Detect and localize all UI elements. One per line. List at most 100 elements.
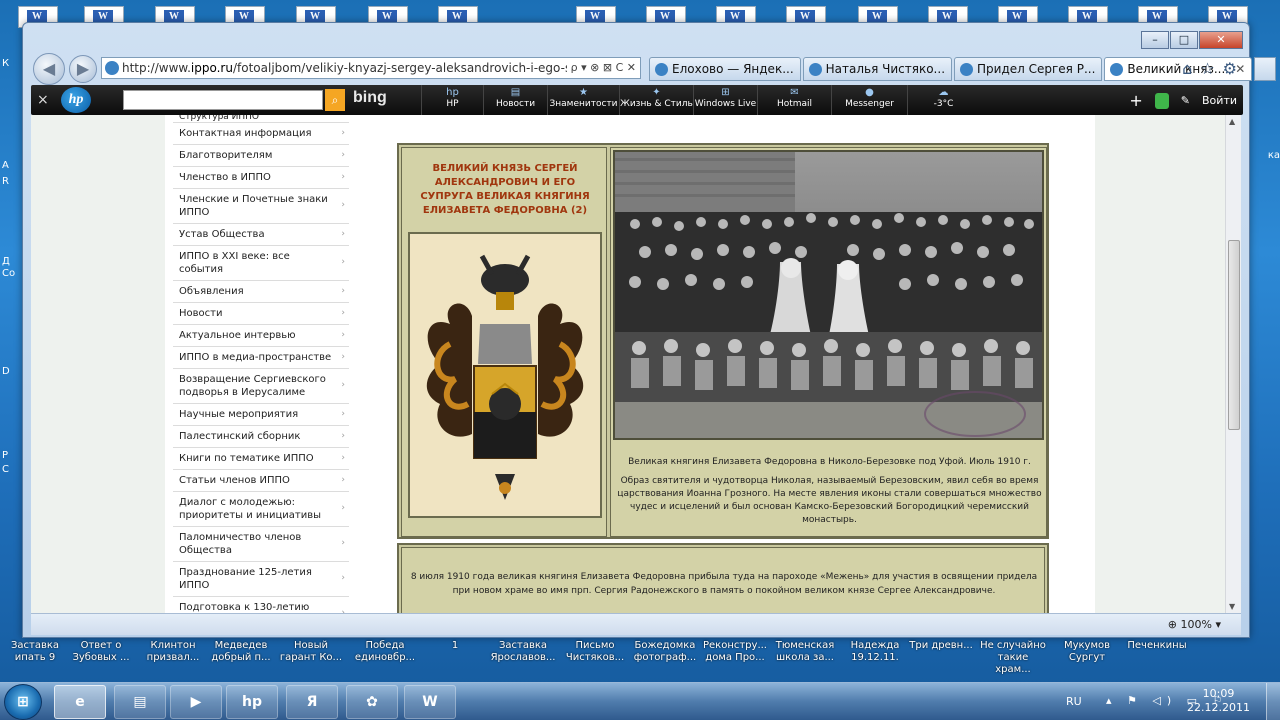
new-tab-button[interactable] [1254, 57, 1277, 81]
address-bar[interactable]: http://www.ippo.ru/fotoaljbom/velikiy-kn… [101, 57, 641, 79]
maximize-button[interactable]: □ [1170, 31, 1198, 49]
sidebar-item[interactable]: Возвращение Сергиевского подворья в Иеру… [173, 369, 349, 404]
sidebar-item[interactable]: Палестинский сборник › [173, 426, 349, 448]
weather-icon: ☁ [938, 87, 949, 98]
hp-link-lifestyle[interactable]: ✦ Жизнь & Стиль [619, 85, 693, 115]
chevron-right-icon: › [341, 573, 345, 583]
sidebar-item[interactable]: ИППО в XXI веке: все события › [173, 246, 349, 281]
sidebar-item-label: Актуальное интервью [179, 330, 296, 341]
hp-link-hp[interactable]: hp HP [421, 85, 483, 115]
chevron-right-icon: › [341, 200, 345, 210]
mail-icon: ✉ [790, 87, 799, 98]
desktop-shortcut[interactable]: Победа единовбр... [352, 640, 418, 664]
desktop-shortcut[interactable]: Реконстру... дома Про... [702, 640, 768, 664]
zoom-control[interactable]: ⊕ 100% ▾ [1168, 618, 1221, 631]
desktop-shortcut[interactable]: Тюменская школа за... [772, 640, 838, 664]
desktop-shortcut[interactable]: Клинтон призвал... [140, 640, 206, 664]
clock[interactable]: 10:09 22.12.2011 [1187, 687, 1250, 715]
desktop-shortcut[interactable]: Мукумов Сургут [1054, 640, 1120, 664]
sidebar-item[interactable]: Устав Общества › [173, 224, 349, 246]
hp-link-messenger[interactable]: ● Messenger [831, 85, 907, 115]
sidebar-item[interactable]: Статьи членов ИППО › [173, 470, 349, 492]
desktop-shortcut[interactable]: Не случайно такие храм... [980, 640, 1046, 676]
coat-of-arms-icon [410, 234, 600, 516]
tab-natalya[interactable]: Наталья Чистяко... [802, 57, 953, 81]
sidebar-item[interactable]: ИППО в медиа-пространстве › [173, 347, 349, 369]
tab-favicon-icon [960, 63, 974, 76]
sidebar-item[interactable]: Научные мероприятия › [173, 404, 349, 426]
desktop-shortcut[interactable]: Надежда 19.12.11. [842, 640, 908, 664]
tab-pridel[interactable]: Придел Сергея Р... [954, 57, 1103, 81]
taskbar-explorer-button[interactable]: ▤ [114, 685, 166, 719]
desktop-shortcut[interactable]: Новый гарант Ко... [278, 640, 344, 664]
desktop-shortcut[interactable]: Ответ о Зубовых ... [68, 640, 134, 664]
favorites-star-icon[interactable]: ☆ [1200, 59, 1214, 78]
hp-logo-icon[interactable]: hp [61, 87, 91, 113]
sidebar-item[interactable]: Объявления › [173, 281, 349, 303]
scrollbar-thumb[interactable] [1228, 240, 1240, 430]
address-tools-icons[interactable]: ρ ▾ ⊗ ⊠ C ✕ [566, 58, 636, 78]
desktop-shortcut[interactable]: Заставка Ярославов... [490, 640, 556, 664]
minimize-button[interactable]: – [1141, 31, 1169, 49]
wrench-icon[interactable]: ✎ [1181, 94, 1190, 107]
gear-icon[interactable]: ⚙ [1223, 59, 1237, 78]
sidebar-item[interactable]: Празднование 125-летия ИППО › [173, 562, 349, 597]
desktop-shortcut[interactable]: 1 [422, 640, 488, 652]
login-button[interactable]: Войти [1202, 94, 1237, 107]
historical-group-photo[interactable] [613, 150, 1044, 440]
sidebar-item[interactable]: Контактная информация › [173, 123, 349, 145]
taskbar-ie-button[interactable]: e [54, 685, 106, 719]
hp-link-hotmail[interactable]: ✉ Hotmail [757, 85, 831, 115]
home-icon[interactable]: ⌂ [1182, 59, 1192, 78]
vertical-scrollbar[interactable]: ▲ ▼ [1225, 115, 1241, 613]
sidebar-item[interactable]: Членские и Почетные знаки ИППО › [173, 189, 349, 224]
show-desktop-button[interactable] [1266, 683, 1280, 720]
chevron-right-icon: › [341, 329, 345, 340]
taskbar-hp-button[interactable]: hp [226, 685, 278, 719]
hp-link-windows-live[interactable]: ⊞ Windows Live [693, 85, 757, 115]
sidebar-item-partial[interactable]: Структура ИППО [173, 115, 349, 123]
desktop-shortcut[interactable]: Печенкины [1124, 640, 1190, 652]
shield-icon[interactable] [1154, 92, 1169, 109]
forward-button[interactable]: ▶ [69, 55, 97, 83]
taskbar: ⊞ e ▤ ▶ hp Я ✿ W RU ▴ ⚑ ◁) ▭ ⚐ 10:09 22.12.201… [0, 682, 1280, 720]
sidebar-item[interactable]: Новости › [173, 303, 349, 325]
search-icon[interactable]: ⌕ [325, 89, 345, 111]
taskbar-yandex-button[interactable]: Я [286, 685, 338, 719]
close-window-button[interactable]: ✕ [1199, 31, 1243, 49]
taskbar-word-button[interactable]: W [404, 685, 456, 719]
hp-link-label: Новости [495, 99, 536, 109]
sidebar-item[interactable]: Книги по тематике ИППО › [173, 448, 349, 470]
sidebar-item[interactable]: Диалог с молодежью: приоритеты и инициат… [173, 492, 349, 527]
add-button[interactable]: + [1129, 91, 1142, 110]
scroll-down-icon[interactable]: ▼ [1229, 602, 1235, 611]
sidebar-item-label: Диалог с молодежью: приоритеты и инициат… [179, 497, 321, 521]
desktop-shortcut[interactable]: Три древн... [908, 640, 974, 652]
hp-search-input[interactable] [123, 90, 323, 110]
hp-link-celebrities[interactable]: ★ Знаменитости [547, 85, 619, 115]
sidebar-item-label: Научные мероприятия [179, 409, 299, 420]
chevron-right-icon: › [341, 351, 345, 362]
sidebar-item[interactable]: Подготовка к 130-летию ИППО› [173, 597, 349, 613]
sidebar-item[interactable]: Паломничество членов Общества › [173, 527, 349, 562]
hp-link-news[interactable]: ▤ Новости [483, 85, 547, 115]
tab-elokhovo[interactable]: Елохово — Яндек... [649, 57, 801, 81]
hp-link-weather[interactable]: ☁ -3°C [907, 85, 979, 115]
desktop-left-label: Р [2, 450, 9, 461]
scroll-up-icon[interactable]: ▲ [1229, 117, 1235, 126]
taskbar-people-button[interactable]: ✿ [346, 685, 398, 719]
taskbar-media-button[interactable]: ▶ [170, 685, 222, 719]
start-button[interactable]: ⊞ [4, 684, 42, 720]
sidebar-item[interactable]: Благотворителям › [173, 145, 349, 167]
hp-toolbar-close-icon[interactable]: × [37, 92, 49, 108]
hp-link-label: Hotmail [776, 99, 813, 109]
language-indicator[interactable]: RU [1066, 695, 1082, 708]
sidebar-item[interactable]: Членство в ИППО › [173, 167, 349, 189]
sidebar-item[interactable]: Актуальное интервью › [173, 325, 349, 347]
desktop-shortcut[interactable]: Медведев добрый п... [208, 640, 274, 664]
desktop-shortcut[interactable]: Письмо Чистяков... [562, 640, 628, 664]
coat-of-arms-image[interactable] [408, 232, 602, 518]
desktop-shortcut[interactable]: Заставка ипать 9 [2, 640, 68, 664]
back-button[interactable]: ◀ [33, 53, 65, 85]
desktop-shortcut[interactable]: Божедомка фотограф... [632, 640, 698, 664]
